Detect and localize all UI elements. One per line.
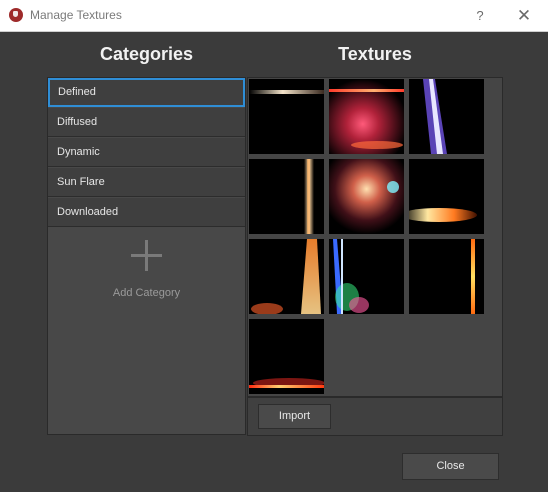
category-item-dynamic[interactable]: Dynamic <box>48 138 245 167</box>
texture-tile[interactable] <box>249 319 324 394</box>
categories-list: Defined Diffused Dynamic Sun Flare Downl… <box>47 77 246 435</box>
import-bar: Import <box>247 397 503 436</box>
add-category-button[interactable]: Add Category <box>48 230 245 310</box>
close-button[interactable]: Close <box>402 453 499 480</box>
texture-tile[interactable] <box>329 159 404 234</box>
window-title: Manage Textures <box>30 8 122 22</box>
add-category-label: Add Category <box>112 287 181 299</box>
categories-heading: Categories <box>99 44 194 64</box>
texture-tile[interactable] <box>249 239 324 314</box>
category-item-downloaded[interactable]: Downloaded <box>48 198 245 227</box>
help-button[interactable]: ? <box>458 0 502 31</box>
title-bar: Manage Textures ? ✕ <box>0 0 548 32</box>
textures-heading: Textures <box>338 44 412 64</box>
category-item-diffused[interactable]: Diffused <box>48 108 245 137</box>
texture-tile[interactable] <box>409 79 484 154</box>
texture-tile[interactable] <box>329 79 404 154</box>
texture-tile[interactable] <box>409 159 484 234</box>
category-item-sun-flare[interactable]: Sun Flare <box>48 168 245 197</box>
window-close-button[interactable]: ✕ <box>502 0 546 31</box>
plus-icon <box>131 240 162 271</box>
texture-tile[interactable] <box>409 239 484 314</box>
texture-tile[interactable] <box>249 79 324 154</box>
texture-tile[interactable] <box>249 159 324 234</box>
texture-tile[interactable] <box>329 239 404 314</box>
import-button[interactable]: Import <box>258 404 331 429</box>
textures-grid <box>247 77 503 397</box>
category-item-defined[interactable]: Defined <box>48 78 245 107</box>
app-logo-icon <box>9 8 23 22</box>
